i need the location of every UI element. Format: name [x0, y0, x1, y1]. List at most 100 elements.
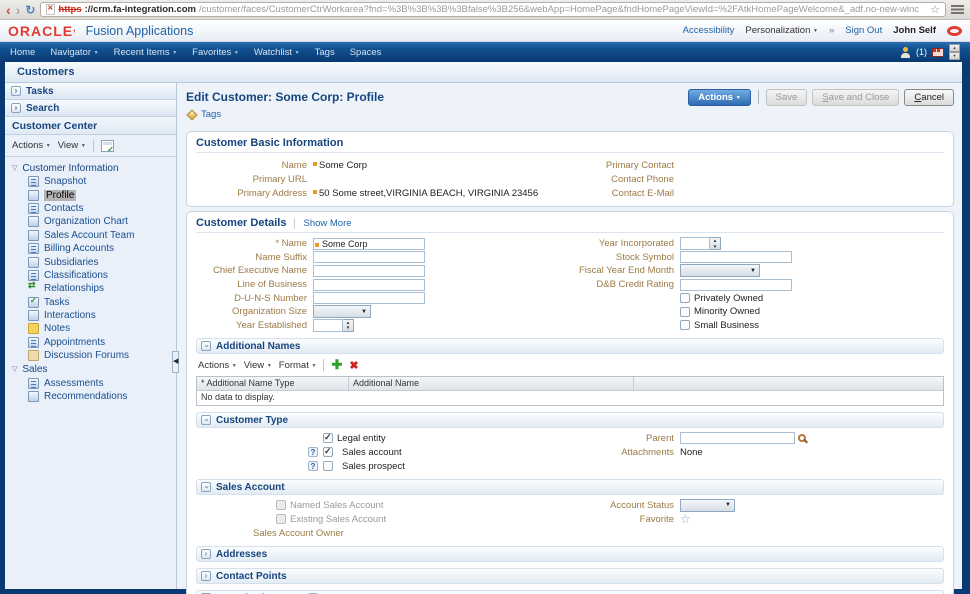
- contact-points-section-header[interactable]: › Contact Points: [196, 568, 944, 584]
- nav-item-recent-items[interactable]: Recent Items ▼: [114, 47, 178, 58]
- sidebar-item-organization-chart[interactable]: Organization Chart: [7, 215, 174, 228]
- nav-item-spaces[interactable]: Spaces: [350, 47, 382, 58]
- actions-button[interactable]: Actions ▼: [688, 89, 750, 106]
- empty-table-message: No data to display.: [197, 391, 943, 405]
- checkbox-label: Sales prospect: [342, 461, 405, 472]
- oracle-o-icon[interactable]: [947, 26, 962, 36]
- name-input[interactable]: [313, 238, 425, 250]
- additional-names-section-header[interactable]: › Additional Names: [196, 338, 944, 354]
- nav-item-tags[interactable]: Tags: [315, 47, 335, 58]
- help-icon[interactable]: ?: [308, 461, 318, 471]
- dnb-credit-rating-input[interactable]: [680, 279, 792, 291]
- sidebar-item-snapshot[interactable]: Snapshot: [7, 175, 174, 188]
- apps-grid-icon[interactable]: [932, 48, 944, 57]
- refresh-layout-icon[interactable]: [101, 140, 114, 152]
- column-header[interactable]: Additional Name: [349, 377, 634, 390]
- tasks-accordion[interactable]: › Tasks: [5, 83, 176, 100]
- favorite-star-icon[interactable]: ☆: [680, 512, 691, 526]
- sidebar-collapse-handle[interactable]: ◀: [172, 351, 179, 373]
- customer-type-section-header[interactable]: › Customer Type: [196, 412, 944, 428]
- browser-forward-button[interactable]: ›: [16, 3, 21, 17]
- fiscal-year-end-month-select[interactable]: ▼: [680, 264, 760, 277]
- notifications-person-icon[interactable]: [900, 47, 911, 58]
- sidebar-item-assessments[interactable]: Assessments: [7, 376, 174, 389]
- nav-item-favorites[interactable]: Favorites ▼: [192, 47, 239, 58]
- show-more-link[interactable]: Show More: [294, 218, 351, 229]
- accessibility-link[interactable]: Accessibility: [683, 25, 735, 36]
- an-actions-menu[interactable]: Actions ▼: [198, 360, 237, 371]
- sidebar-item-discussion-forums[interactable]: Discussion Forums: [7, 349, 174, 362]
- nav-scroll-widget[interactable]: ▲▼: [949, 44, 960, 60]
- sidebar-item-contacts[interactable]: Contacts: [7, 202, 174, 215]
- sidebar-item-recommendations[interactable]: Recommendations: [7, 390, 174, 403]
- sidebar-item-relationships[interactable]: Relationships: [7, 282, 174, 295]
- overflow-chevrons[interactable]: »: [829, 25, 834, 36]
- sales-account-section-header[interactable]: › Sales Account: [196, 479, 944, 495]
- privately-owned-checkbox[interactable]: [680, 293, 690, 303]
- parent-input[interactable]: [680, 432, 795, 444]
- small-business-checkbox[interactable]: [680, 320, 690, 330]
- spinner-arrows-icon[interactable]: ▲▼: [343, 319, 354, 332]
- nav-item-watchlist[interactable]: Watchlist ▼: [254, 47, 300, 58]
- customers-tab[interactable]: Customers: [5, 62, 962, 83]
- sales-prospect-checkbox[interactable]: [323, 461, 333, 471]
- tree-group-customer-information[interactable]: ▽ Customer Information: [7, 161, 174, 175]
- search-accordion[interactable]: › Search: [5, 100, 176, 117]
- delete-row-icon[interactable]: ✖: [349, 359, 358, 372]
- organization-type-section-header[interactable]: › Organization Type ?: [196, 590, 944, 594]
- cancel-button[interactable]: Cancel: [904, 89, 954, 106]
- spinner-arrows-icon[interactable]: ▲▼: [710, 237, 721, 250]
- account-status-select[interactable]: ▼: [680, 499, 735, 512]
- sidebar-item-sales-account-team[interactable]: Sales Account Team: [7, 229, 174, 242]
- scroll-up-icon[interactable]: ▲: [949, 44, 960, 52]
- year-established-input[interactable]: [313, 319, 343, 332]
- organization-size-select[interactable]: ▼: [313, 305, 371, 318]
- add-row-icon[interactable]: ✚: [331, 357, 342, 373]
- field-label: Parent: [570, 433, 680, 444]
- save-button[interactable]: Save: [766, 89, 808, 106]
- personalization-menu[interactable]: Personalization ▼: [745, 25, 818, 36]
- scroll-down-icon[interactable]: ▼: [949, 52, 960, 60]
- year-established-spinner[interactable]: ▲▼: [313, 319, 354, 332]
- chief-executive-name-input[interactable]: [313, 265, 425, 277]
- nav-item-home[interactable]: Home: [10, 47, 35, 58]
- sign-out-link[interactable]: Sign Out: [845, 25, 882, 36]
- address-bar[interactable]: https://crm.fa-integration.com/customer/…: [40, 2, 946, 17]
- browser-reload-button[interactable]: ↻: [25, 3, 35, 17]
- year-incorporated-input[interactable]: [680, 237, 710, 250]
- sidebar-item-billing-accounts[interactable]: Billing Accounts: [7, 242, 174, 255]
- sidebar-view-menu[interactable]: View ▼: [58, 140, 86, 151]
- nav-item-navigator[interactable]: Navigator ▼: [50, 47, 98, 58]
- column-header[interactable]: * Additional Name Type: [197, 377, 349, 390]
- assessments-icon: [28, 378, 39, 389]
- sidebar-item-subsidiaries[interactable]: Subsidiaries: [7, 255, 174, 268]
- an-view-menu[interactable]: View ▼: [244, 360, 272, 371]
- browser-back-button[interactable]: ‹: [6, 3, 11, 17]
- year-incorporated-spinner[interactable]: ▲▼: [680, 237, 721, 250]
- search-icon[interactable]: [798, 434, 806, 442]
- name-suffix-input[interactable]: [313, 251, 425, 263]
- an-format-menu[interactable]: Format ▼: [279, 360, 317, 371]
- browser-menu-icon[interactable]: [951, 5, 964, 14]
- sidebar-item-appointments[interactable]: Appointments: [7, 336, 174, 349]
- field-label: D&B Credit Rating: [570, 279, 680, 290]
- duns-number-input[interactable]: [313, 292, 425, 304]
- classifications-icon: [28, 270, 39, 281]
- line-of-business-input[interactable]: [313, 279, 425, 291]
- stock-symbol-input[interactable]: [680, 251, 792, 263]
- sidebar-item-profile[interactable]: Profile: [7, 188, 174, 201]
- certificate-error-icon[interactable]: [46, 4, 55, 15]
- sidebar-item-interactions[interactable]: Interactions: [7, 309, 174, 322]
- sidebar-actions-menu[interactable]: Actions ▼: [12, 140, 51, 151]
- legal-entity-checkbox[interactable]: [323, 433, 333, 443]
- help-icon[interactable]: ?: [308, 447, 318, 457]
- sales-account-checkbox[interactable]: [323, 447, 333, 457]
- minority-owned-checkbox[interactable]: [680, 307, 690, 317]
- tags-link[interactable]: Tags: [201, 109, 221, 120]
- tree-group-sales[interactable]: ▽ Sales: [7, 362, 174, 376]
- bookmark-star-icon[interactable]: ☆: [930, 3, 940, 16]
- sidebar-item-notes[interactable]: Notes: [7, 322, 174, 335]
- save-and-close-button[interactable]: Save and Close: [812, 89, 899, 106]
- sidebar-item-tasks[interactable]: Tasks: [7, 296, 174, 309]
- addresses-section-header[interactable]: › Addresses: [196, 546, 944, 562]
